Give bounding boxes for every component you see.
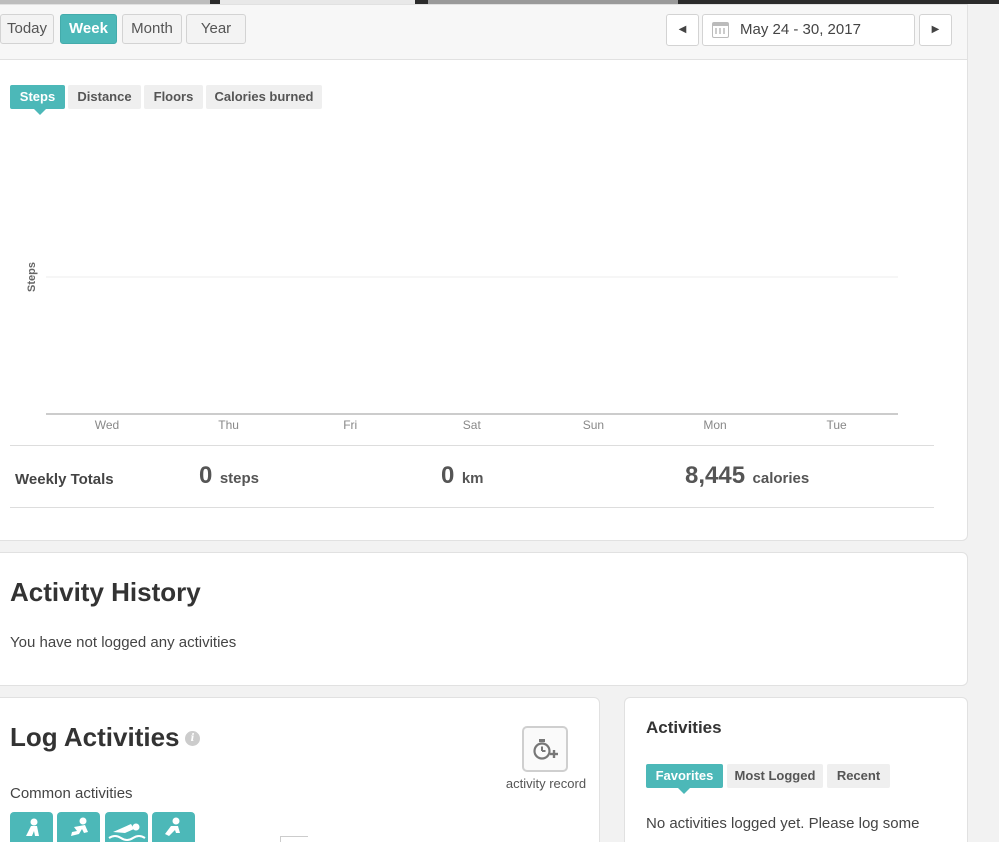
weekly-totals-label: Weekly Totals [15,471,114,488]
total-steps-unit: steps [219,470,259,487]
activity-record-button[interactable] [522,726,568,772]
next-week-button[interactable]: ▶ [919,14,952,46]
divider [10,507,934,508]
info-icon[interactable]: i [185,731,200,746]
log-activities-title: Log Activities [10,722,180,752]
date-range-label: May 24 - 30, 2017 [740,21,861,38]
y-axis-label: Steps [26,262,38,292]
calendar-icon [712,22,729,38]
previous-week-button[interactable]: ◀ [666,14,699,46]
tab-favorites[interactable]: Favorites [646,764,723,794]
total-calories: 8,445 calories [685,462,809,490]
total-distance-value: 0 [441,462,455,489]
running-icon[interactable] [57,812,100,842]
date-range-picker[interactable]: May 24 - 30, 2017 [702,14,915,46]
common-activities-label: Common activities [10,785,133,802]
scrollbar[interactable] [280,836,308,842]
tab-recent[interactable]: Recent [827,764,890,788]
cycling-icon[interactable] [152,812,195,842]
x-tick-label: Tue [826,418,847,432]
range-month-button[interactable]: Month [122,14,182,44]
total-steps: 0 steps [199,462,259,490]
activity-history-title: Activity History [10,577,201,607]
steps-chart: Steps Wed Thu Fri Sat Sun Mon Tue [26,262,898,432]
range-year-button[interactable]: Year [186,14,246,44]
x-tick-label: Fri [343,418,357,432]
total-steps-value: 0 [199,462,213,489]
swimming-icon[interactable] [105,812,148,842]
activity-history-empty-message: You have not logged any activities [10,634,237,651]
tab-most-logged[interactable]: Most Logged [727,764,823,788]
range-today-button[interactable]: Today [0,14,54,44]
walking-icon[interactable] [10,812,53,842]
total-distance-unit: km [461,470,484,487]
x-tick-label: Sat [463,418,482,432]
triangle-left-icon: ◀ [678,24,687,35]
tab-floors[interactable]: Floors [144,85,203,109]
stopwatch-plus-icon [533,739,558,760]
tab-distance[interactable]: Distance [68,85,141,109]
x-tick-label: Thu [218,418,239,432]
no-activities-message: No activities logged yet. Please log som… [646,815,920,832]
total-calories-value: 8,445 [685,462,746,489]
x-tick-label: Mon [703,418,726,432]
total-distance: 0 km [441,462,484,490]
date-toolbar: Today Week Month Year ◀ May 24 - 30, 201… [0,5,967,60]
activities-panel-title: Activities [646,718,722,737]
x-tick-label: Sun [583,418,604,432]
activity-record-label: activity record [505,776,587,791]
divider [10,445,934,446]
activity-history-panel [0,552,968,686]
triangle-right-icon: ▶ [931,24,940,35]
range-week-button[interactable]: Week [60,14,117,44]
x-tick-label: Wed [95,418,119,432]
tab-steps[interactable]: Steps [10,85,65,115]
total-calories-unit: calories [752,470,810,487]
tab-calories-burned[interactable]: Calories burned [206,85,322,109]
